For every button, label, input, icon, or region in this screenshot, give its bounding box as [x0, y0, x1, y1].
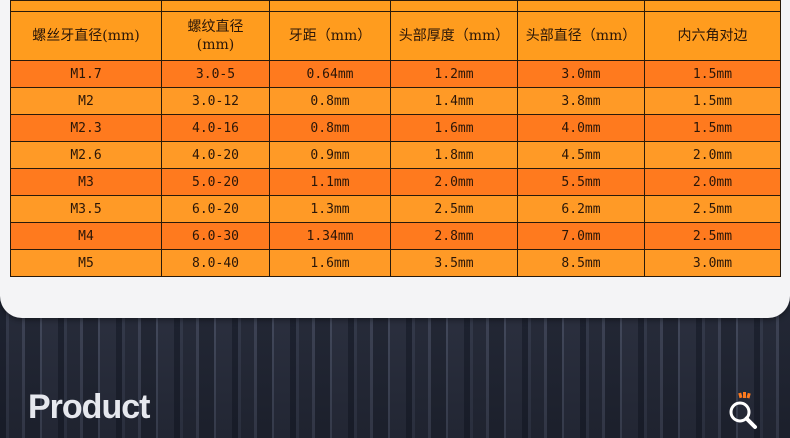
table-cell: 0.8mm	[269, 114, 391, 142]
table-cell: 8.5mm	[517, 249, 645, 277]
table-header-row: 螺丝牙直径(mm) 螺纹直径 (mm) 牙距（mm） 头部厚度（mm） 头部直径（mm）内…	[10, 11, 781, 61]
table-cell: 1.4mm	[390, 87, 518, 115]
table-cell: 1.34mm	[269, 222, 391, 250]
table-cell: 1.5mm	[644, 87, 781, 115]
table-row: M2.6 4.0-20 0.9mm 1.8mm 4.5mm 2.0mm	[10, 141, 781, 169]
table-top-strip	[10, 0, 781, 12]
column-header: 头部厚度（mm）	[390, 11, 518, 61]
table-cell: 6.0-20	[161, 195, 270, 223]
table-cell: 7.0mm	[517, 222, 645, 250]
table-cell: 0.64mm	[269, 60, 391, 88]
table-cell: 1.1mm	[269, 168, 391, 196]
table-cell: 4.0-16	[161, 114, 270, 142]
table-cell: 3.8mm	[517, 87, 645, 115]
sparkle-icon	[738, 392, 751, 399]
column-header: 内六角对边	[644, 11, 781, 61]
table-cell: 2.0mm	[644, 168, 781, 196]
table-cell: M2.3	[10, 114, 162, 142]
table-cell: 2.0mm	[390, 168, 518, 196]
table-cell: 3.0-12	[161, 87, 270, 115]
spec-card: 螺丝牙直径(mm) 螺纹直径 (mm) 牙距（mm） 头部厚度（mm） 头部直径（mm）内…	[0, 0, 790, 318]
table-row: M2.3 4.0-16 0.8mm 1.6mm 4.0mm 1.5mm	[10, 114, 781, 142]
column-header: 螺丝牙直径(mm)	[10, 11, 162, 61]
column-header: 螺纹直径 (mm)	[161, 11, 270, 61]
table-cell: 5.0-20	[161, 168, 270, 196]
magnifier-icon	[729, 392, 757, 429]
column-header: 牙距（mm）	[269, 11, 391, 61]
table-row: M4 6.0-30 1.34mm 2.8mm 7.0mm 2.5mm	[10, 222, 781, 250]
table-cell: 3.5mm	[390, 249, 518, 277]
table-cell: M4	[10, 222, 162, 250]
table-cell: 1.5mm	[644, 114, 781, 142]
table-cell: 8.0-40	[161, 249, 270, 277]
table-row: M5 8.0-40 1.6mm 3.5mm 8.5mm 3.0mm	[10, 249, 781, 277]
table-cell: 2.5mm	[644, 195, 781, 223]
column-header: 头部直径（mm）	[517, 11, 645, 61]
table-cell: 2.5mm	[390, 195, 518, 223]
table-cell: 1.2mm	[390, 60, 518, 88]
table-cell: M3.5	[10, 195, 162, 223]
table-cell: 6.2mm	[517, 195, 645, 223]
table-cell: 1.3mm	[269, 195, 391, 223]
table-cell: 3.0-5	[161, 60, 270, 88]
table-row: M3.5 6.0-20 1.3mm 2.5mm 6.2mm 2.5mm	[10, 195, 781, 223]
table-cell: 4.5mm	[517, 141, 645, 169]
table-cell: 1.8mm	[390, 141, 518, 169]
table-cell: 5.5mm	[517, 168, 645, 196]
table-row: M1.7 3.0-5 0.64mm 1.2mm 3.0mm 1.5mm	[10, 60, 781, 88]
table-cell: 6.0-30	[161, 222, 270, 250]
table-cell: M1.7	[10, 60, 162, 88]
table-cell: 4.0-20	[161, 141, 270, 169]
table-cell: 1.6mm	[269, 249, 391, 277]
table-cell: 1.5mm	[644, 60, 781, 88]
table-row: M3 5.0-20 1.1mm 2.0mm 5.5mm 2.0mm	[10, 168, 781, 196]
table-cell: 2.5mm	[644, 222, 781, 250]
screw-spec-table: 螺丝牙直径(mm) 螺纹直径 (mm) 牙距（mm） 头部厚度（mm） 头部直径（mm）内…	[10, 0, 781, 277]
table-cell: 0.9mm	[269, 141, 391, 169]
table-cell: 1.6mm	[390, 114, 518, 142]
table-cell: M5	[10, 249, 162, 277]
table-cell: 2.8mm	[390, 222, 518, 250]
table-cell: 2.0mm	[644, 141, 781, 169]
spec-table-wrapper: 螺丝牙直径(mm) 螺纹直径 (mm) 牙距（mm） 头部厚度（mm） 头部直径（mm）内…	[10, 0, 781, 277]
table-cell: M2	[10, 87, 162, 115]
table-body: M1.7 3.0-5 0.64mm 1.2mm 3.0mm 1.5mm M2 3.0-12 0.…	[10, 60, 781, 277]
table-cell: 3.0mm	[517, 60, 645, 88]
table-cell: 4.0mm	[517, 114, 645, 142]
table-cell: M3	[10, 168, 162, 196]
table-cell: 3.0mm	[644, 249, 781, 277]
product-title: Product	[28, 388, 150, 426]
table-cell: 0.8mm	[269, 87, 391, 115]
table-cell: M2.6	[10, 141, 162, 169]
table-row: M2 3.0-12 0.8mm 1.4mm 3.8mm 1.5mm	[10, 87, 781, 115]
